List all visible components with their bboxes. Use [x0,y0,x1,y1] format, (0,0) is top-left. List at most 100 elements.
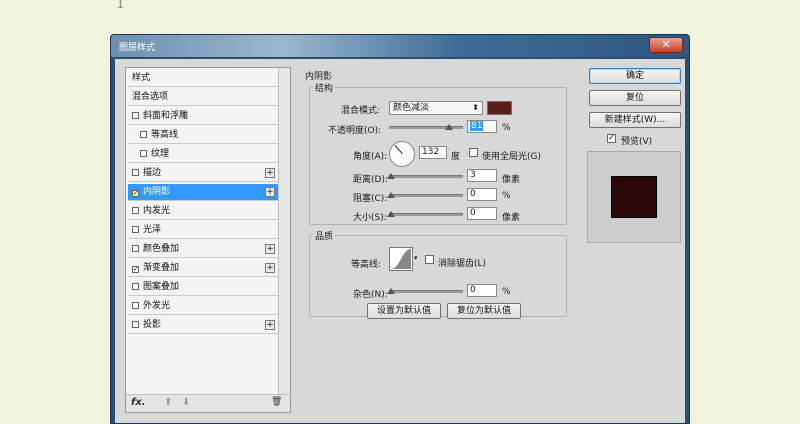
add-style-icon[interactable]: + [265,244,275,254]
distance-slider-thumb[interactable] [387,173,395,179]
add-style-icon[interactable]: + [265,187,275,197]
angle-input[interactable]: 132 [419,146,447,159]
move-down-icon[interactable]: ⬇ [182,397,190,408]
distance-input[interactable]: 3 [467,169,497,182]
style-list-label: 混合选项 [132,92,169,102]
opacity-label: 不透明度(O): [328,126,382,136]
style-list-label: 外发光 [143,301,171,311]
style-list-label: 光泽 [143,225,162,235]
noise-input[interactable]: 0 [467,284,497,297]
blend-mode-select[interactable]: 颜色减淡 ⬍ [389,101,483,115]
angle-dial[interactable] [389,141,415,167]
style-list-scrollbar[interactable] [278,68,290,412]
distance-unit: 像素 [502,175,521,185]
contour-picker[interactable] [389,247,413,271]
style-list-item[interactable]: 等高线 [128,127,278,144]
global-light-checkbox[interactable] [469,148,478,157]
style-checkbox[interactable] [140,131,147,138]
make-default-button[interactable]: 设置为默认值 [367,303,441,319]
size-input[interactable]: 0 [467,207,497,220]
choke-input[interactable]: 0 [467,188,497,201]
dialog-body: 样式混合选项斜面和浮雕等高线纹理描边 + ✓ 内阴影 + 内发光光泽颜色叠加 + ✓ 渐变叠加 +… [115,59,685,423]
contour-label: 等高线: [351,260,382,270]
move-up-icon[interactable]: ⬆ [164,397,172,408]
style-checkbox[interactable]: ✓ [132,266,139,273]
anti-alias-label: 消除锯齿(L) [438,259,487,269]
choke-slider-track[interactable] [389,194,463,197]
style-list-label: 内阴影 [143,187,171,197]
global-light-label: 使用全局光(G) [482,152,541,162]
preview-panel [587,151,681,243]
distance-slider-track[interactable] [389,175,463,178]
reset-default-button[interactable]: 复位为默认值 [447,303,521,319]
add-style-icon[interactable]: + [265,320,275,330]
ok-button[interactable]: 确定 [589,68,681,84]
add-style-icon[interactable]: + [265,168,275,178]
inner-shadow-panel: 内阴影 结构 混合模式: 颜色减淡 ⬍ 不透明度(O): 81 % 角度(A):… [301,67,569,347]
style-list-item[interactable]: 光泽 [128,222,278,239]
style-list-label: 纹理 [151,149,170,159]
style-list-label: 内发光 [143,206,171,216]
style-checkbox[interactable] [132,169,139,176]
noise-slider-track[interactable] [389,290,463,293]
preview-checkbox[interactable]: ✓ [607,134,616,143]
style-checkbox[interactable] [132,112,139,119]
close-button[interactable]: ✕ [649,37,683,53]
size-label: 大小(S): [353,213,387,223]
anti-alias-checkbox[interactable] [425,255,434,264]
style-checkbox[interactable] [140,150,147,157]
structure-label: 结构 [313,81,336,94]
size-slider-thumb[interactable] [387,211,395,217]
style-list-label: 渐变叠加 [143,263,180,273]
blend-mode-label: 混合模式: [341,106,381,116]
noise-unit: % [502,287,511,297]
style-list-item[interactable]: 斜面和浮雕 [128,108,278,125]
add-style-icon[interactable]: + [265,263,275,273]
style-list-item[interactable]: 内发光 [128,203,278,220]
size-slider-track[interactable] [389,213,463,216]
noise-slider-thumb[interactable] [387,288,395,294]
page-number: 1 [116,0,125,12]
style-list-item[interactable]: 图案叠加 [128,279,278,296]
chevron-down-icon: ⬍ [472,103,479,112]
style-list-label: 颜色叠加 [143,244,180,254]
choke-label: 阻塞(C): [353,194,388,204]
opacity-slider-thumb[interactable] [444,124,453,130]
style-list-item[interactable]: 样式 [128,70,278,87]
style-list-item[interactable]: 纹理 [128,146,278,163]
style-list-label: 等高线 [151,130,179,140]
style-list-item[interactable]: ✓ 内阴影 + [128,184,278,201]
reset-button[interactable]: 复位 [589,90,681,106]
style-checkbox[interactable] [132,245,139,252]
style-list: 样式混合选项斜面和浮雕等高线纹理描边 + ✓ 内阴影 + 内发光光泽颜色叠加 + ✓ 渐变叠加 +… [125,67,291,413]
style-checkbox[interactable] [132,321,139,328]
style-checkbox[interactable] [132,226,139,233]
style-list-label: 斜面和浮雕 [143,111,189,121]
style-list-item[interactable]: ✓ 渐变叠加 + [128,260,278,277]
shadow-color-swatch[interactable] [487,101,512,115]
style-checkbox[interactable]: ✓ [132,190,139,197]
trash-icon[interactable]: 🗑 [271,397,282,407]
style-list-item[interactable]: 描边 + [128,165,278,182]
style-checkbox[interactable] [132,302,139,309]
style-checkbox[interactable] [132,207,139,214]
style-list-item[interactable]: 投影 + [128,317,278,334]
preview-thumbnail [611,176,657,218]
quality-label: 品质 [313,229,336,242]
style-checkbox[interactable] [132,283,139,290]
title-bar[interactable]: 图层样式 ✕ [111,35,689,57]
choke-slider-thumb[interactable] [387,192,395,198]
new-style-button[interactable]: 新建样式(W)... [589,112,681,128]
opacity-input[interactable]: 81 [467,120,497,133]
angle-dial-hand [394,145,403,154]
noise-label: 杂色(N): [353,290,388,300]
distance-label: 距离(D): [353,175,388,185]
opacity-unit: % [502,123,511,133]
fx-icon[interactable]: fx. [131,397,146,408]
style-list-item[interactable]: 混合选项 [128,89,278,106]
dialog-title: 图层样式 [119,43,156,53]
contour-dropdown-icon[interactable]: ▾ [414,254,418,262]
style-list-item[interactable]: 外发光 [128,298,278,315]
style-list-label: 描边 [143,168,162,178]
style-list-item[interactable]: 颜色叠加 + [128,241,278,258]
